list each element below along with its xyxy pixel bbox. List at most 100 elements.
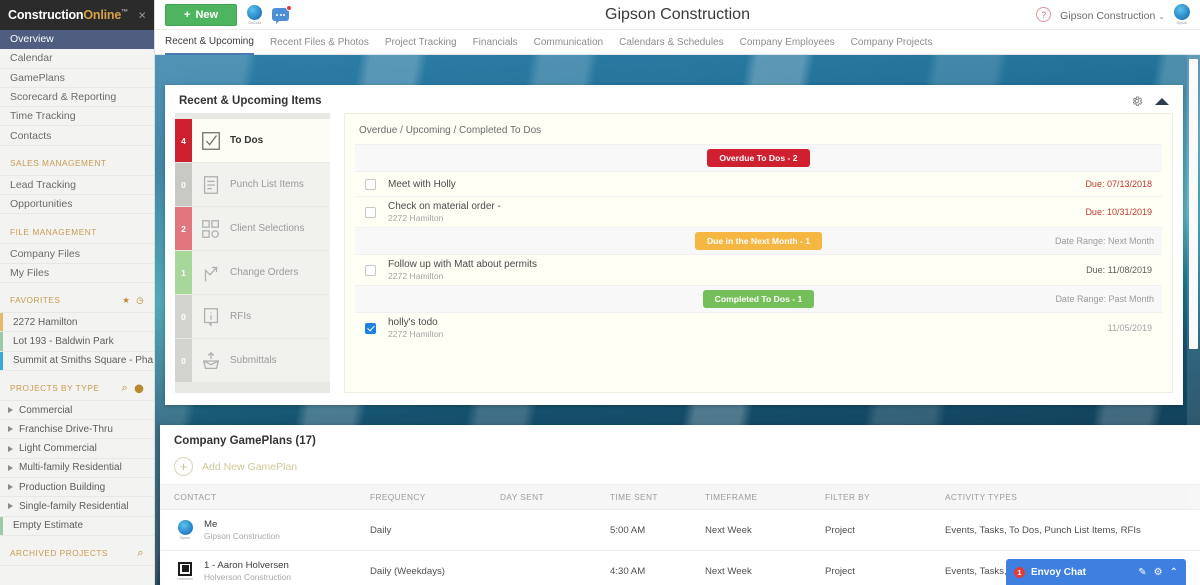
project-type-item[interactable]: Franchise Drive-Thru: [0, 420, 154, 440]
clock-icon[interactable]: ◷: [136, 295, 144, 305]
envoy-chat-bar[interactable]: 1 Envoy Chat ✎ ⚙ ⌃: [1006, 559, 1186, 585]
close-icon[interactable]: ×: [138, 9, 146, 22]
avatar-caption: Gipson: [179, 536, 191, 540]
project-type-item[interactable]: Multi-family Residential: [0, 459, 154, 479]
project-type-item[interactable]: Production Building: [0, 478, 154, 498]
chevron-right-icon[interactable]: [8, 445, 13, 452]
tab-project-tracking[interactable]: Project Tracking: [385, 30, 457, 55]
sidebar-item-my-files[interactable]: My Files: [0, 264, 154, 283]
sidebar-section-archived-label: ARCHIVED PROJECTS: [10, 548, 108, 559]
plus-icon: +: [184, 8, 191, 21]
category-row-punch-list-items[interactable]: 0 Punch List Items: [175, 163, 330, 206]
sidebar-item-time-tracking[interactable]: Time Tracking: [0, 107, 154, 127]
gameplan-contact-name: 1 - Aaron Holversen: [204, 560, 289, 571]
compose-icon[interactable]: ✎: [1138, 567, 1146, 578]
project-type-label: Multi-family Residential: [19, 462, 122, 474]
sidebar-section-sales-label: SALES MANAGEMENT: [10, 158, 107, 169]
chevron-right-icon[interactable]: [8, 407, 13, 413]
add-new-gameplan-button[interactable]: + Add New GamePlan: [160, 453, 1200, 484]
tab-company-projects[interactable]: Company Projects: [851, 30, 933, 55]
search-icon[interactable]: ⌕: [137, 547, 144, 560]
todo-item-row[interactable]: Follow up with Matt about permits 2272 Ha…: [355, 254, 1162, 285]
gear-icon[interactable]: ⚙: [1154, 567, 1163, 578]
todo-item-text: holly's todo 2272 Hamilton: [388, 317, 443, 339]
favorite-item[interactable]: 2272 Hamilton: [0, 312, 154, 333]
chevron-right-icon[interactable]: [8, 484, 13, 491]
project-type-item[interactable]: Light Commercial: [0, 439, 154, 459]
tab-financials[interactable]: Financials: [473, 30, 518, 55]
category-row-client-selections[interactable]: 2 Client Selections: [175, 207, 330, 250]
oncost-globe-button[interactable]: OnCost: [247, 4, 263, 25]
category-row-content: Change Orders: [192, 251, 330, 294]
sidebar-item-lead-tracking[interactable]: Lead Tracking: [0, 176, 154, 196]
notification-dot-icon: [286, 5, 293, 11]
sidebar-item-label: Company Files: [10, 247, 81, 260]
todo-item-project: 2272 Hamilton: [388, 213, 444, 223]
todo-checkbox[interactable]: [365, 264, 376, 276]
todo-item-project: 2272 Hamilton: [388, 271, 444, 281]
todo-item-row[interactable]: holly's todo 2272 Hamilton 11/05/2019: [355, 312, 1162, 343]
category-count-badge: 4: [175, 119, 192, 162]
sidebar-item-scorecard-reporting[interactable]: Scorecard & Reporting: [0, 88, 154, 108]
tab-recent-files-photos[interactable]: Recent Files & Photos: [270, 30, 369, 55]
favorites-section-icons: ★ ◷: [122, 295, 144, 305]
star-icon[interactable]: ★: [122, 295, 130, 305]
more-options-icon[interactable]: ⬤: [134, 383, 144, 393]
todo-checkbox[interactable]: [365, 206, 376, 218]
collapse-panel-icon[interactable]: [1155, 97, 1169, 105]
top-bar-right: ? Gipson Construction ⌄ Gipson: [1036, 4, 1190, 25]
gear-icon[interactable]: [1131, 95, 1143, 107]
project-type-item[interactable]: Commercial: [0, 401, 154, 421]
todo-item-row[interactable]: Check on material order -2272 Hamilton Du…: [355, 196, 1162, 227]
sidebar-item-gameplans[interactable]: GamePlans: [0, 69, 154, 88]
chevron-up-icon[interactable]: ⌃: [1170, 567, 1178, 578]
todo-item-row[interactable]: Meet with Holly Due: 07/13/2018: [355, 171, 1162, 196]
sidebar-item-overview[interactable]: Overview: [0, 30, 154, 50]
chevron-right-icon[interactable]: [8, 503, 13, 510]
category-row-to-dos[interactable]: 4 To Dos: [175, 119, 330, 162]
sidebar-item-opportunities[interactable]: Opportunities: [0, 195, 154, 215]
todo-group-pill: Overdue To Dos - 2: [707, 149, 810, 167]
todo-checkbox[interactable]: [365, 178, 376, 190]
category-row-change-orders[interactable]: 1 Change Orders: [175, 251, 330, 294]
account-menu[interactable]: Gipson Construction ⌄: [1060, 6, 1165, 24]
favorite-item[interactable]: Lot 193 - Baldwin Park: [0, 332, 154, 352]
sidebar-item-calendar[interactable]: Calendar: [0, 49, 154, 69]
new-button[interactable]: + New: [165, 3, 238, 26]
todo-checkbox[interactable]: [365, 322, 376, 334]
sidebar-project-types-list: Commercial Franchise Drive-Thru Light Comm…: [0, 401, 154, 536]
avatar: Gipson: [174, 520, 196, 540]
tab-calendars-schedules[interactable]: Calendars & Schedules: [619, 30, 724, 55]
sidebar-item-label: Time Tracking: [10, 110, 76, 123]
main-content-area: Recent & Upcoming Items 4 To Dos 0 Punch Li…: [155, 55, 1200, 585]
sidebar-item-contacts[interactable]: Contacts: [0, 126, 154, 146]
project-type-item[interactable]: Single-family Residential: [0, 497, 154, 517]
vertical-scrollbar[interactable]: [1187, 55, 1200, 585]
chevron-right-icon[interactable]: [8, 464, 13, 471]
todo-rows: Overdue To Dos - 2 Meet with Holly Due: 07…: [355, 144, 1162, 343]
table-row[interactable]: Gipson Me Gipson Construction Daily 5:00 AM N…: [160, 509, 1200, 551]
chat-notifications-button[interactable]: [272, 5, 293, 24]
gameplans-panel-header: Company GamePlans (17): [160, 425, 1200, 453]
favorite-item[interactable]: Summit at Smiths Square - Pha...: [0, 351, 154, 371]
sidebar-files-nav: Company Files My Files: [0, 244, 154, 283]
recent-panel-body: 4 To Dos 0 Punch List Items 2 Client Selectio…: [165, 113, 1183, 403]
help-icon[interactable]: ?: [1036, 7, 1052, 22]
project-type-item[interactable]: Empty Estimate: [0, 516, 154, 536]
tab-communication[interactable]: Communication: [534, 30, 603, 55]
chevron-right-icon[interactable]: [8, 426, 13, 433]
sidebar-item-company-files[interactable]: Company Files: [0, 244, 154, 264]
search-icon[interactable]: ⌕: [122, 382, 129, 395]
sidebar-item-label: Overview: [10, 33, 54, 46]
sidebar-section-archived: ARCHIVED PROJECTS ⌕: [0, 542, 154, 566]
gameplan-contact-org: Gipson Construction: [204, 531, 280, 541]
gameplan-activity-types: Events, Tasks, To Dos, Punch List Items,…: [945, 509, 1200, 551]
favorite-item-label: Lot 193 - Baldwin Park: [13, 335, 114, 347]
category-row-submittals[interactable]: 0 Submittals: [175, 339, 330, 382]
scrollbar-thumb[interactable]: [1189, 59, 1198, 349]
tab-company-employees[interactable]: Company Employees: [740, 30, 835, 55]
avatar[interactable]: Gipson: [1174, 4, 1190, 25]
category-row-rfis[interactable]: 0 RFIs: [175, 295, 330, 338]
tab-recent-upcoming[interactable]: Recent & Upcoming: [165, 30, 254, 55]
category-count-badge: 1: [175, 251, 192, 294]
